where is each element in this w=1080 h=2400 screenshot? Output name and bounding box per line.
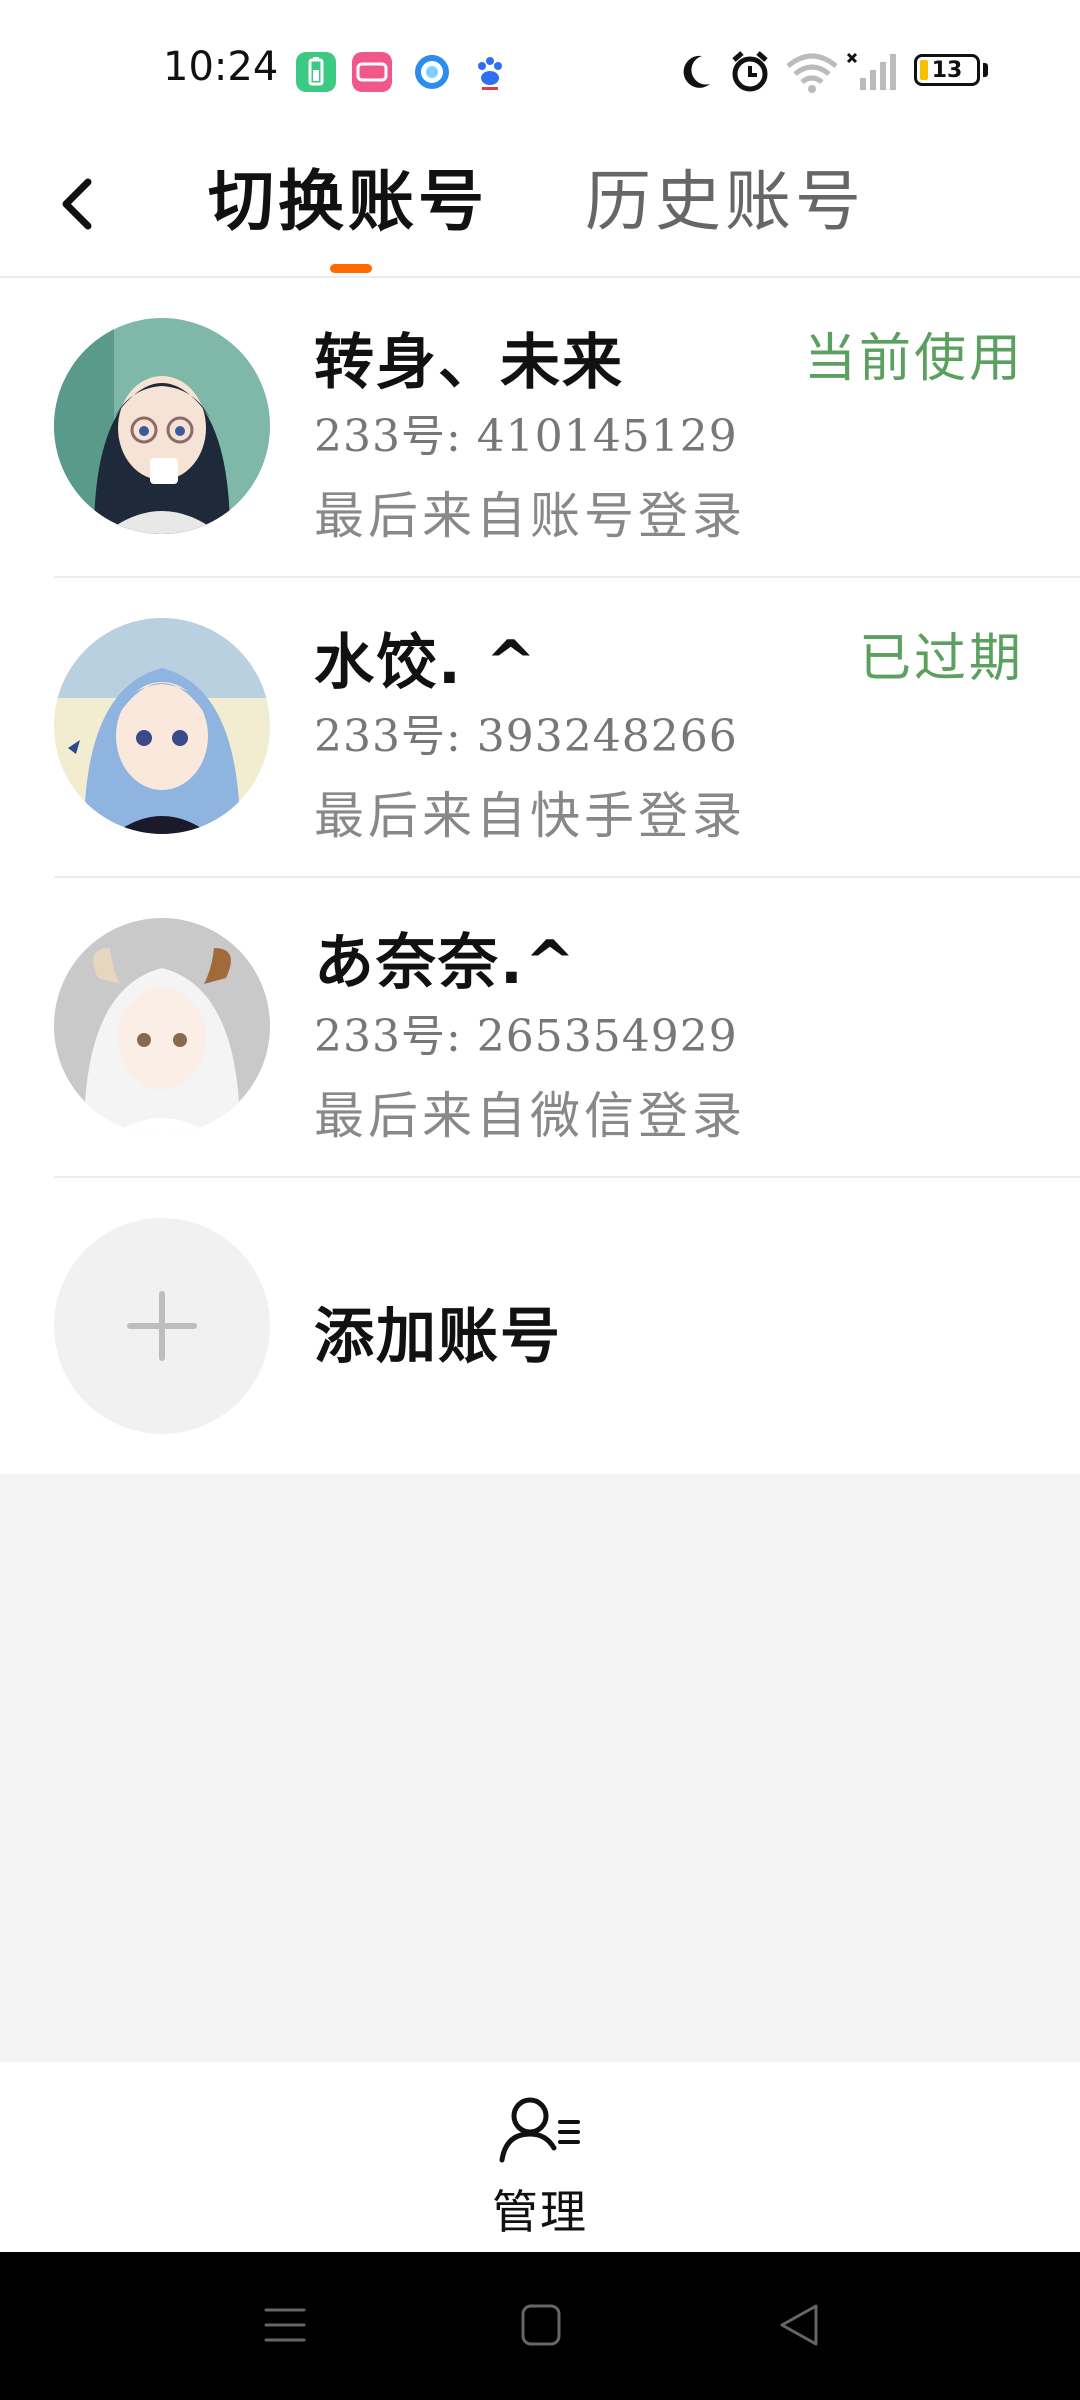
status-time: 10:24 [163, 44, 279, 90]
tab-switch-account[interactable]: 切换账号 [208, 148, 488, 244]
account-name: 水饺. ^ [314, 628, 538, 698]
account-uid: 233号: 265354929 [314, 1011, 738, 1062]
signal-icon [846, 52, 896, 90]
account-name: 转身、未来 [314, 328, 624, 398]
account-uid: 233号: 393248266 [314, 711, 738, 762]
back-triangle-icon[interactable] [776, 2300, 822, 2350]
top-nav: 切换账号 历史账号 [0, 140, 1080, 278]
account-row[interactable]: 水饺. ^ 233号: 393248266 最后来自快手登录 已过期 [0, 578, 1080, 878]
status-badge: 当前使用 [803, 329, 1024, 389]
battery-saver-app-icon [296, 52, 336, 92]
chevron-left-icon [62, 178, 92, 230]
wifi-icon [786, 53, 838, 93]
login-source: 最后来自快手登录 [314, 787, 746, 845]
account-uid: 233号: 410145129 [314, 411, 738, 462]
system-nav-bar [0, 2252, 1080, 2400]
menu-icon[interactable] [262, 2302, 308, 2348]
battery-fill [920, 60, 928, 80]
account-list: 转身、未来 233号: 410145129 最后来自账号登录 当前使用 水饺. … [0, 278, 1080, 1474]
login-source: 最后来自账号登录 [314, 487, 746, 545]
battery-level: 13 [931, 57, 963, 83]
do-not-disturb-moon-icon [683, 55, 710, 88]
avatar [54, 318, 270, 534]
add-account-label[interactable]: 添加账号 [314, 1288, 562, 1375]
manage-label: 管理 [492, 2185, 588, 2239]
add-account-row[interactable]: 添加账号 [0, 1178, 1080, 1474]
user-manage-icon [499, 2097, 580, 2163]
tab-history-account[interactable]: 历史账号 [585, 148, 865, 244]
manage-button[interactable]: 管理 [480, 2092, 600, 2242]
avatar [54, 618, 270, 834]
alarm-icon [732, 51, 768, 92]
status-bar: 10:24 13 [0, 0, 1080, 140]
plus-icon [127, 1291, 197, 1361]
active-tab-indicator [330, 264, 372, 273]
baidu-app-icon [470, 52, 510, 92]
browser-app-icon [412, 52, 452, 92]
empty-area [0, 1474, 1080, 2062]
bottom-bar: 管理 [0, 2062, 1080, 2252]
bilibili-app-icon [352, 52, 392, 92]
avatar [54, 918, 270, 1134]
account-row[interactable]: あ奈奈.^ 233号: 265354929 最后来自微信登录 [0, 878, 1080, 1178]
home-icon[interactable] [518, 2300, 564, 2350]
add-account-button[interactable] [54, 1218, 270, 1434]
battery-tip [983, 63, 988, 77]
status-badge: 已过期 [858, 629, 1024, 689]
account-name: あ奈奈.^ [314, 928, 578, 998]
login-source: 最后来自微信登录 [314, 1087, 746, 1145]
account-row[interactable]: 转身、未来 233号: 410145129 最后来自账号登录 当前使用 [0, 278, 1080, 578]
back-button[interactable] [50, 164, 110, 244]
